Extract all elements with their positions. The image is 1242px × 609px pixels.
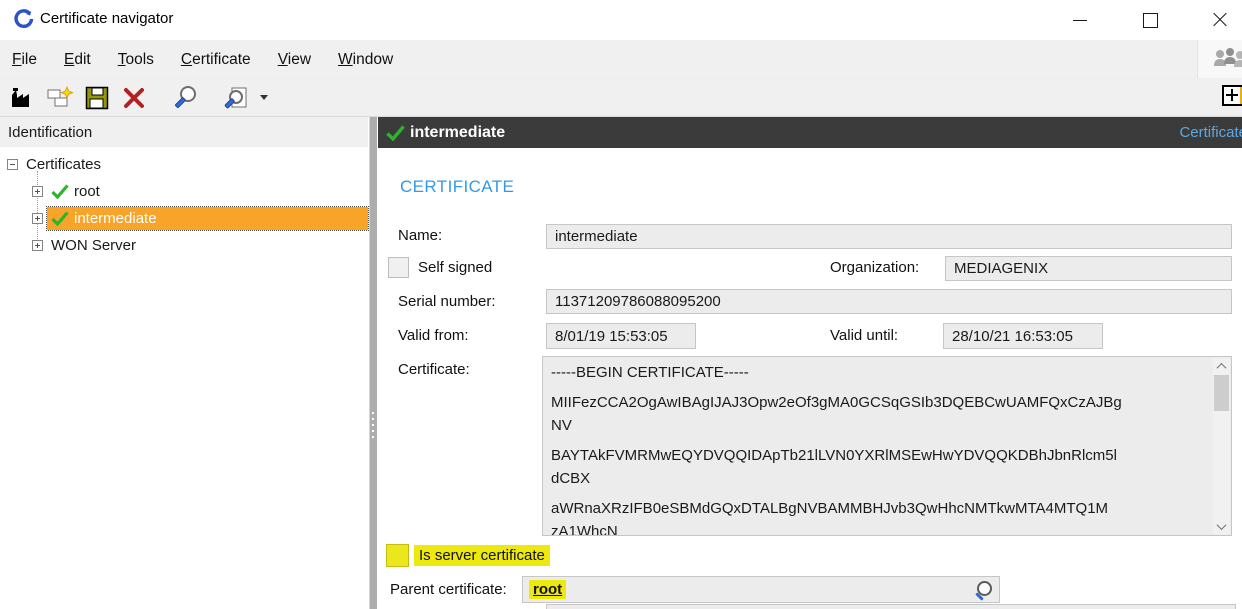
name-field[interactable]: intermediate <box>546 224 1232 249</box>
tree-item-label: intermediate <box>74 210 157 227</box>
close-icon <box>1212 12 1228 28</box>
menu-item[interactable]: Tools <box>114 49 158 71</box>
new-item-icon[interactable] <box>45 83 75 113</box>
menu-item[interactable]: File <box>8 49 41 71</box>
serial-number-label: Serial number: <box>398 293 496 310</box>
valid-from-field[interactable]: 8/01/19 15:53:05 <box>546 323 696 349</box>
splitter-grip <box>372 412 374 438</box>
users-icon <box>1212 46 1242 72</box>
tree-item-label: WON Server <box>51 237 136 254</box>
search-options-dropdown-caret[interactable] <box>260 95 268 100</box>
certificate-scrollbar[interactable] <box>1213 358 1230 534</box>
certificate-line: NV <box>551 414 1209 437</box>
tree-item[interactable]: root <box>0 178 368 205</box>
certificate-line: zA1WhcN <box>551 520 1209 536</box>
self-signed-checkbox[interactable] <box>388 257 409 278</box>
scrollbar-thumb[interactable] <box>1214 375 1229 411</box>
factory-icon[interactable] <box>8 83 38 113</box>
check-icon <box>51 211 69 226</box>
menu-bar-right <box>1197 40 1242 78</box>
window-title: Certificate navigator <box>40 10 173 27</box>
panel-title: intermediate <box>410 124 505 142</box>
certificate-label: Certificate: <box>398 361 470 378</box>
close-button[interactable] <box>1198 0 1242 40</box>
scroll-down-button[interactable] <box>1213 518 1230 534</box>
add-panel-icon[interactable] <box>1222 85 1242 106</box>
search-options-icon[interactable] <box>221 83 251 113</box>
panel-type-label: Certificate <box>1179 124 1242 141</box>
certificate-line: dCBX <box>551 467 1209 490</box>
tree-item-label: root <box>74 183 100 200</box>
tree-item[interactable]: WON Server <box>0 232 368 259</box>
expand-icon[interactable] <box>32 213 43 224</box>
save-icon[interactable] <box>82 83 112 113</box>
parent-certificate-link[interactable]: root <box>529 580 566 599</box>
menu-item[interactable]: Edit <box>60 49 95 71</box>
self-signed-label: Self signed <box>418 259 492 276</box>
organization-label: Organization: <box>830 259 919 276</box>
is-server-certificate-label: Is server certificate <box>414 545 550 566</box>
menu-item[interactable]: Certificate <box>177 49 255 71</box>
minimize-icon <box>1073 20 1087 21</box>
detail-panel: intermediate Certificate CERTIFICATE Nam… <box>378 117 1242 609</box>
lookup-magnifier-icon[interactable] <box>973 580 993 600</box>
certificate-navigator-window: Certificate navigator File Edit Tools Certi… <box>0 0 1242 609</box>
certificate-line: aWRnaXRzIFB0eSBMdGQxDTALBgNVBAMMBHJvb3Qw… <box>551 497 1209 520</box>
expand-icon[interactable] <box>32 240 43 251</box>
tree-root-certificates[interactable]: Certificates <box>0 151 368 178</box>
app-logo-icon <box>13 9 34 30</box>
minimize-button[interactable] <box>1058 0 1102 40</box>
menu-item[interactable]: View <box>274 49 315 71</box>
chevron-down-icon <box>1217 520 1227 530</box>
valid-from-label: Valid from: <box>398 327 469 344</box>
serial-number-field[interactable]: 11371209786088095200 <box>546 289 1232 314</box>
toolbar <box>0 79 1242 117</box>
certificate-line: MIIFezCCA2OgAwIBAgIJAJ3Opw2eOf3gMA0GCSqG… <box>551 391 1209 414</box>
is-server-certificate-checkbox[interactable] <box>386 544 409 567</box>
maximize-icon <box>1143 13 1158 28</box>
valid-until-label: Valid until: <box>830 327 898 344</box>
maximize-button[interactable] <box>1128 0 1172 40</box>
certificate-text: -----BEGIN CERTIFICATE----- MIIFezCCA2OgA… <box>551 361 1209 535</box>
menu-item[interactable]: Window <box>334 49 397 71</box>
certificate-line: -----BEGIN CERTIFICATE----- <box>551 361 1209 384</box>
parent-certificate-field[interactable]: root <box>522 576 1000 603</box>
section-title: CERTIFICATE <box>400 177 514 197</box>
chevron-up-icon <box>1217 362 1227 372</box>
parent-certificate-label: Parent certificate: <box>390 581 507 598</box>
search-icon[interactable] <box>170 83 200 113</box>
tree-root-label: Certificates <box>26 156 101 173</box>
check-icon <box>386 125 405 141</box>
menu-items: File Edit Tools Certificate View Window <box>8 40 416 79</box>
tree-item[interactable]: intermediate <box>0 205 368 232</box>
collapse-icon[interactable] <box>7 159 18 170</box>
name-label: Name: <box>398 227 442 244</box>
toolbar-icons <box>8 79 268 116</box>
certificate-textarea[interactable]: -----BEGIN CERTIFICATE----- MIIFezCCA2OgA… <box>542 356 1232 536</box>
detail-panel-header: intermediate Certificate <box>378 117 1242 148</box>
delete-icon[interactable] <box>119 83 149 113</box>
certificate-line: BAYTAkFVMRMwEQYDVQQIDApTb21lLVN0YXRlMSEw… <box>551 444 1209 467</box>
sidebar-header: Identification <box>0 117 368 147</box>
valid-until-field[interactable]: 28/10/21 16:53:05 <box>943 323 1103 349</box>
title-bar: Certificate navigator <box>0 0 1242 40</box>
expand-icon[interactable] <box>32 186 43 197</box>
next-field-partial <box>546 604 1236 609</box>
check-icon <box>51 184 69 199</box>
organization-field[interactable]: MEDIAGENIX <box>945 256 1232 281</box>
scroll-up-button[interactable] <box>1213 358 1230 374</box>
sidebar: Identification Certificates root <box>0 117 368 609</box>
certificate-tree: Certificates root <box>0 151 368 259</box>
tree-items: root intermediate <box>0 178 368 259</box>
panel-splitter[interactable] <box>369 117 377 609</box>
menu-bar: File Edit Tools Certificate View Window <box>0 40 1242 79</box>
